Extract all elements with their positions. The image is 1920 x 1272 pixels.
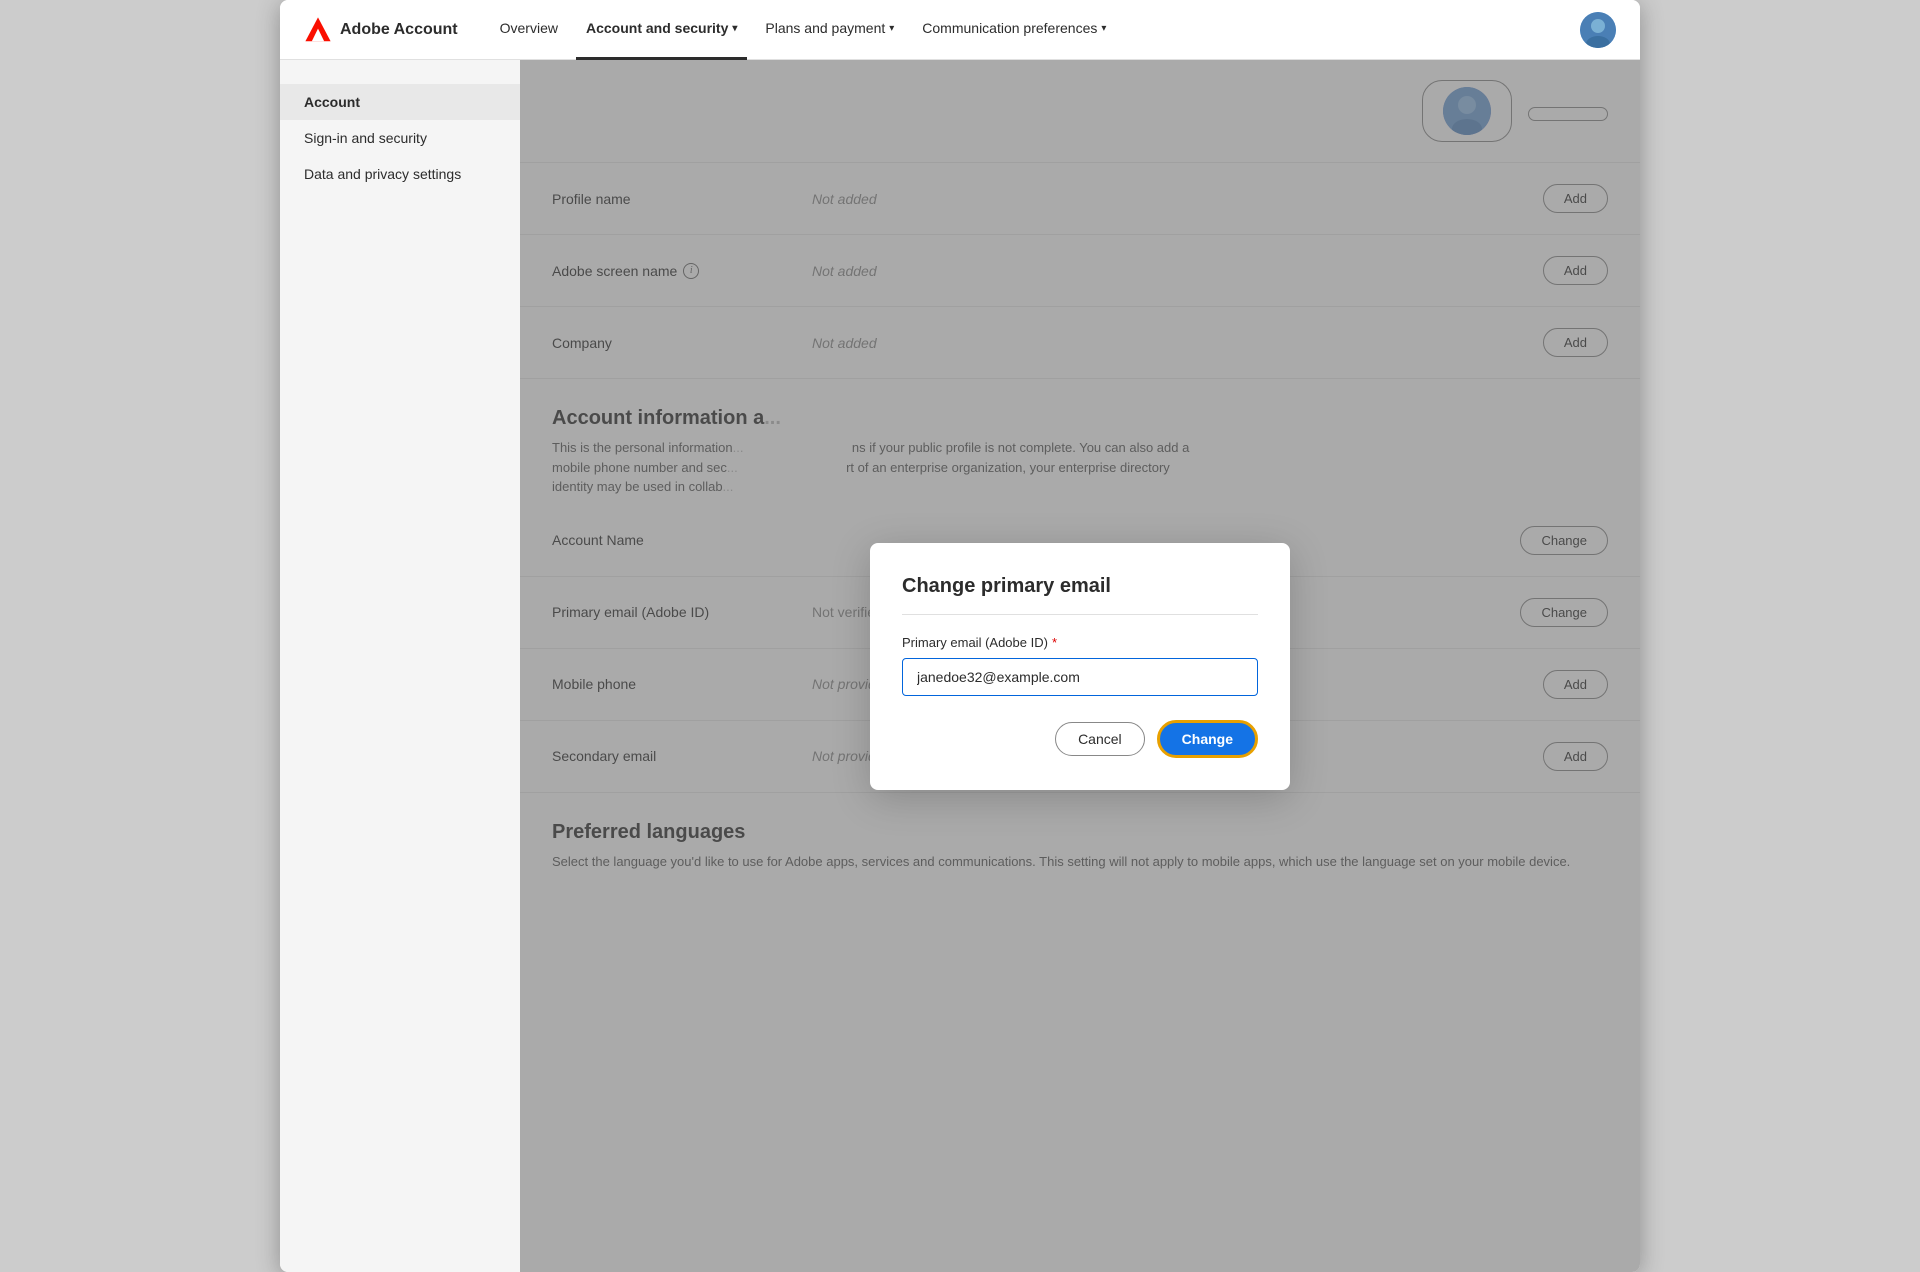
modal-overlay: Change primary email Primary email (Adob… <box>520 60 1640 1272</box>
sidebar-item-account[interactable]: Account <box>280 84 520 120</box>
cancel-button[interactable]: Cancel <box>1055 722 1145 756</box>
nav-item-communication[interactable]: Communication preferences ▾ <box>912 0 1116 60</box>
nav-items: Overview Account and security ▾ Plans an… <box>490 0 1548 60</box>
sidebar-item-signin-security[interactable]: Sign-in and security <box>280 120 520 156</box>
modal-divider <box>902 614 1258 615</box>
nav-item-account-security[interactable]: Account and security ▾ <box>576 0 747 60</box>
change-button[interactable]: Change <box>1157 720 1258 758</box>
main-layout: Account Sign-in and security Data and pr… <box>280 60 1640 1272</box>
chevron-down-icon: ▾ <box>732 23 737 34</box>
change-email-modal: Change primary email Primary email (Adob… <box>870 543 1290 790</box>
modal-title: Change primary email <box>902 575 1258 598</box>
sidebar: Account Sign-in and security Data and pr… <box>280 60 520 1272</box>
user-avatar[interactable] <box>1580 12 1616 48</box>
chevron-down-icon: ▾ <box>1101 23 1106 34</box>
content-area: Profile name Not added Add Adobe screen … <box>520 60 1640 1272</box>
modal-actions: Cancel Change <box>902 720 1258 758</box>
email-field-label: Primary email (Adobe ID) * <box>902 635 1258 650</box>
primary-email-input[interactable] <box>902 658 1258 696</box>
adobe-logo-icon <box>304 16 332 44</box>
nav-item-overview[interactable]: Overview <box>490 0 568 60</box>
browser-frame: Adobe Account Overview Account and secur… <box>280 0 1640 1272</box>
nav-right <box>1580 12 1616 48</box>
top-nav: Adobe Account Overview Account and secur… <box>280 0 1640 60</box>
required-indicator: * <box>1052 635 1057 650</box>
nav-item-plans[interactable]: Plans and payment ▾ <box>755 0 904 60</box>
chevron-down-icon: ▾ <box>889 23 894 34</box>
logo-area[interactable]: Adobe Account <box>304 16 458 44</box>
logo-text: Adobe Account <box>340 21 458 39</box>
sidebar-item-data-privacy[interactable]: Data and privacy settings <box>280 156 520 192</box>
